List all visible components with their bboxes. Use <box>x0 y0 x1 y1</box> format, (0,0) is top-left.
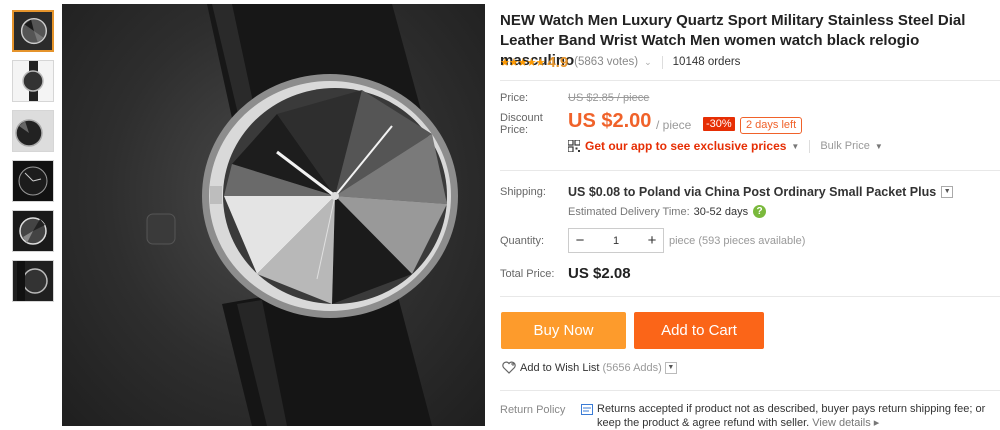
divider <box>500 80 1000 81</box>
delivery-label: Estimated Delivery Time: <box>568 205 690 218</box>
thumbnail-3[interactable] <box>12 110 54 152</box>
divider <box>661 55 663 69</box>
original-price: US $2.85 / piece <box>568 92 650 104</box>
wish-list-row[interactable]: Add to Wish List (5656 Adds) ▼ <box>502 361 677 374</box>
thumbnail-4[interactable] <box>12 160 54 202</box>
view-details-link[interactable]: View details ▸ <box>812 417 879 429</box>
orders-count: 10148 orders <box>672 56 741 68</box>
divider <box>500 296 1000 297</box>
qr-code-icon <box>568 140 580 152</box>
discount-badge: -30% <box>703 117 735 131</box>
delivery-days: 30-52 days <box>693 205 749 218</box>
discount-price: US $2.00 <box>568 110 652 132</box>
shipping-method[interactable]: US $0.08 to Poland via China Post Ordina… <box>568 185 954 199</box>
delivery-estimate: Estimated Delivery Time: 30-52 days ? <box>568 205 767 218</box>
product-details: NEW Watch Men Luxury Quartz Sport Milita… <box>500 0 1000 430</box>
shipping-label: Shipping: <box>500 186 546 198</box>
total-price: US $2.08 <box>568 265 631 282</box>
chevron-down-icon[interactable]: ▼ <box>664 361 677 374</box>
discount-price-label: Discount Price: <box>500 112 543 136</box>
return-policy-icon <box>581 404 593 415</box>
votes-link[interactable]: (5863 votes) <box>574 56 638 68</box>
thumbnail-5[interactable] <box>12 210 54 252</box>
total-price-label: Total Price: <box>500 268 555 280</box>
chevron-down-icon[interactable]: ⌄ <box>644 57 652 68</box>
quantity-availability: piece (593 pieces available) <box>669 235 806 247</box>
increase-quantity-button[interactable]: + <box>641 232 663 249</box>
thumbnail-6[interactable] <box>12 260 54 302</box>
quantity-input[interactable]: 1 <box>591 235 641 247</box>
app-promo-row: Get our app to see exclusive prices ▼ Bu… <box>568 139 883 153</box>
thumbnail-2[interactable] <box>12 60 54 102</box>
bulk-price-link[interactable]: Bulk Price <box>820 140 870 152</box>
wish-list-label[interactable]: Add to Wish List <box>520 362 599 374</box>
help-icon[interactable]: ? <box>753 205 767 218</box>
rating-value: 4.9 <box>547 53 569 71</box>
decrease-quantity-button[interactable]: − <box>569 232 591 249</box>
star-rating-icon: ★★★★★ <box>500 56 545 69</box>
rating-row: ★★★★★ 4.9 (5863 votes) ⌄ 10148 orders <box>500 53 740 71</box>
return-policy-text: Returns accepted if product not as descr… <box>597 402 997 430</box>
price-label: Price: <box>500 92 529 104</box>
chevron-down-icon[interactable]: ▼ <box>941 186 954 198</box>
wish-list-count: (5656 Adds) <box>602 361 662 374</box>
per-piece-unit: / piece <box>656 118 692 132</box>
caret-down-icon[interactable]: ▼ <box>875 142 883 151</box>
thumbnail-list <box>10 10 56 310</box>
heart-plus-icon[interactable] <box>502 361 516 374</box>
thumbnail-1[interactable] <box>12 10 54 52</box>
return-policy-description: Returns accepted if product not as descr… <box>597 403 986 429</box>
add-to-cart-button[interactable]: Add to Cart <box>634 312 764 349</box>
app-promo-link[interactable]: Get our app to see exclusive prices <box>585 139 786 153</box>
days-left-badge: 2 days left <box>740 117 803 134</box>
buy-now-button[interactable]: Buy Now <box>501 312 626 349</box>
divider <box>500 390 1000 391</box>
divider <box>500 170 1000 171</box>
caret-down-icon[interactable]: ▼ <box>791 142 799 151</box>
return-policy-label: Return Policy <box>500 404 566 416</box>
quantity-label: Quantity: <box>500 235 545 247</box>
shipping-text: US $0.08 to Poland via China Post Ordina… <box>568 185 937 199</box>
quantity-stepper: − 1 + <box>568 228 664 253</box>
divider <box>809 139 811 153</box>
main-product-image[interactable] <box>62 4 485 426</box>
